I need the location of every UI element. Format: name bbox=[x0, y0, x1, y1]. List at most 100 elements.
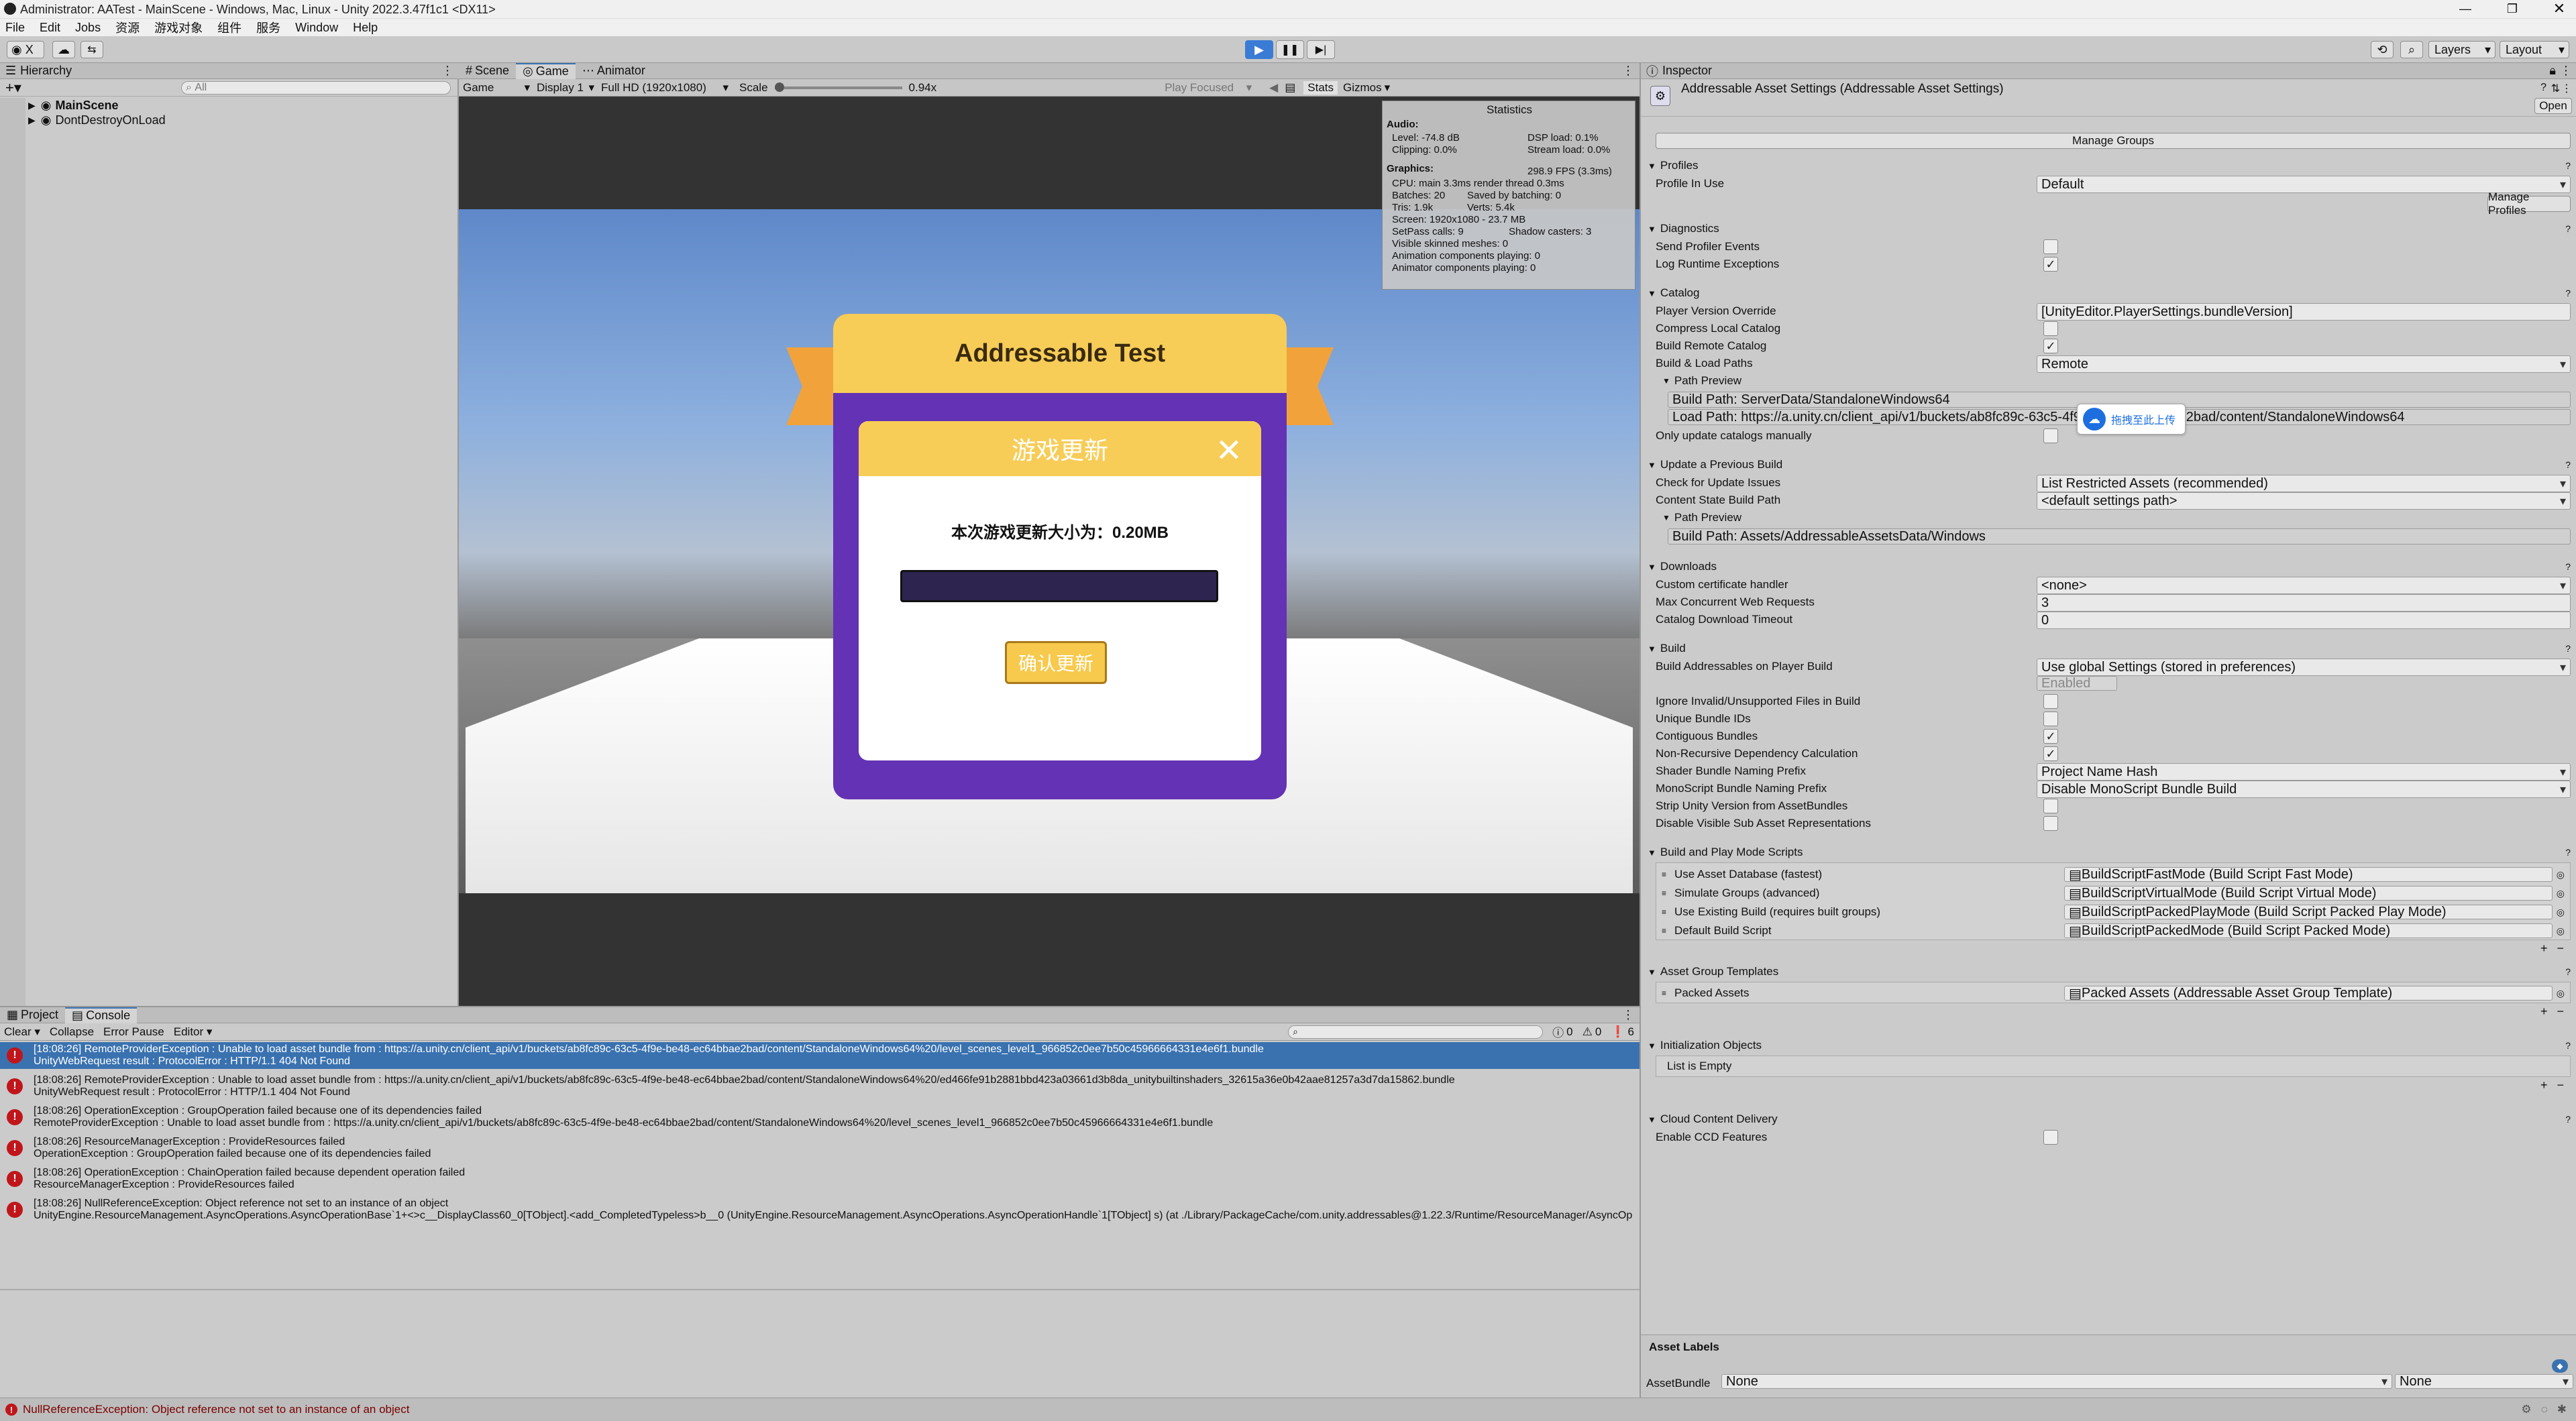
script-object-field[interactable]: ▤ BuildScriptFastMode (Build Script Fast … bbox=[2064, 867, 2553, 882]
tab-scene[interactable]: # Scene bbox=[459, 63, 516, 79]
menu-item-services[interactable]: 服务 bbox=[256, 19, 280, 36]
drag-handle-icon[interactable]: ≡ bbox=[1662, 988, 1666, 998]
manage-profiles-button[interactable]: Manage Profiles bbox=[2487, 190, 2571, 217]
check-update-dropdown[interactable]: List Restricted Assets (recommended) bbox=[2037, 475, 2571, 492]
section-ccd[interactable]: ▼ Cloud Content Delivery? bbox=[1648, 1112, 2571, 1127]
section-build[interactable]: ▼ Build? bbox=[1648, 641, 2571, 656]
help-icon[interactable]: ? bbox=[2565, 1114, 2571, 1125]
list-item[interactable]: ≡ Simulate Groups (advanced) ▤ BuildScrip… bbox=[1656, 885, 2570, 902]
cert-dropdown[interactable]: <none> bbox=[2037, 577, 2571, 594]
cloud-button[interactable]: ☁ bbox=[52, 41, 75, 58]
console-entry[interactable]: ! [18:08:26] ResourceManagerException : … bbox=[0, 1135, 1640, 1161]
object-picker-icon[interactable]: ◎ bbox=[2557, 988, 2565, 999]
add-icon[interactable]: + bbox=[2540, 1078, 2548, 1092]
help-icon[interactable]: ? bbox=[2565, 643, 2571, 654]
tab-animator[interactable]: ⋯ Animator bbox=[576, 63, 652, 79]
disable-visible-checkbox[interactable] bbox=[2043, 816, 2058, 831]
scale-slider[interactable] bbox=[774, 82, 902, 92]
gizmos-button[interactable]: Gizmos bbox=[1343, 81, 1382, 95]
log-runtime-checkbox[interactable]: ✓ bbox=[2043, 257, 2058, 272]
drag-handle-icon[interactable]: ≡ bbox=[1662, 907, 1666, 917]
add-icon[interactable]: + bbox=[2540, 942, 2548, 956]
section-init-objects[interactable]: ▼ Initialization Objects? bbox=[1648, 1038, 2571, 1053]
menu-item-assets[interactable]: 资源 bbox=[115, 19, 140, 36]
display-dropdown[interactable]: Display 1 ▾ bbox=[533, 81, 597, 95]
mute-audio-icon[interactable]: ◀ bbox=[1269, 81, 1278, 95]
status-message[interactable]: NullReferenceException: Object reference… bbox=[23, 1403, 409, 1416]
info-count-toggle[interactable]: ⓘ 0 bbox=[1552, 1023, 1572, 1040]
editor-dropdown[interactable]: Editor ▾ bbox=[174, 1025, 213, 1039]
section-profiles[interactable]: ▼ Profiles? bbox=[1648, 158, 2571, 173]
resolution-dropdown[interactable]: Full HD (1920x1080) ▾ bbox=[597, 81, 731, 95]
list-item[interactable]: ≡ Use Asset Database (fastest) ▤ BuildScr… bbox=[1656, 866, 2570, 883]
panel-menu-icon[interactable]: ⋮ bbox=[1622, 1008, 1634, 1022]
stats-button[interactable]: Stats bbox=[1303, 80, 1338, 95]
build-on-player-dropdown[interactable]: Use global Settings (stored in preferenc… bbox=[2037, 659, 2571, 676]
console-entry[interactable]: ! [18:08:26] OperationException : ChainO… bbox=[0, 1166, 1640, 1192]
tab-game[interactable]: ◎ Game bbox=[516, 62, 576, 79]
asset-bundle-dropdown[interactable]: None bbox=[1721, 1374, 2392, 1389]
drag-handle-icon[interactable]: ≡ bbox=[1662, 889, 1666, 898]
menu-item-window[interactable]: Window bbox=[295, 21, 338, 35]
menu-item-help[interactable]: Help bbox=[353, 21, 378, 35]
drag-handle-icon[interactable]: ≡ bbox=[1662, 870, 1666, 879]
help-icon[interactable]: ? bbox=[2565, 847, 2571, 858]
menu-item-edit[interactable]: Edit bbox=[40, 21, 60, 35]
menu-item-gameobject[interactable]: 游戏对象 bbox=[154, 19, 203, 36]
expand-arrow-icon[interactable]: ▶ bbox=[28, 100, 36, 111]
template-object-field[interactable]: ▤ Packed Assets (Addressable Asset Group … bbox=[2064, 986, 2553, 1001]
help-icon[interactable]: ? bbox=[2540, 82, 2546, 94]
help-icon[interactable]: ? bbox=[2565, 1040, 2571, 1051]
hierarchy-item-mainscene[interactable]: ▶ ◉ MainScene bbox=[0, 98, 459, 113]
menu-item-file[interactable]: File bbox=[5, 21, 25, 35]
console-entry[interactable]: ! [18:08:26] RemoteProviderException : U… bbox=[0, 1073, 1640, 1100]
add-icon[interactable]: + bbox=[2540, 1005, 2548, 1019]
chevron-down-icon[interactable]: ▾ bbox=[1385, 81, 1391, 95]
tab-project[interactable]: ▦ Project bbox=[0, 1008, 65, 1022]
build-load-paths-dropdown[interactable]: Remote bbox=[2037, 355, 2571, 373]
enable-ccd-checkbox[interactable] bbox=[2043, 1130, 2058, 1145]
object-picker-icon[interactable]: ◎ bbox=[2557, 869, 2565, 880]
section-update-previous[interactable]: ▼ Update a Previous Build? bbox=[1648, 457, 2571, 472]
strip-unity-checkbox[interactable] bbox=[2043, 799, 2058, 813]
inspector-tab[interactable]: ⓘ Inspector 🔒︎ ⋮ bbox=[1641, 63, 2576, 79]
section-build-play[interactable]: ▼ Build and Play Mode Scripts? bbox=[1648, 845, 2571, 860]
send-profiler-checkbox[interactable] bbox=[2043, 239, 2058, 254]
list-item[interactable]: ≡ Default Build Script ▤ BuildScriptPacke… bbox=[1656, 922, 2570, 940]
undo-history-button[interactable]: ⟲ bbox=[2371, 41, 2394, 58]
layers-dropdown[interactable]: Layers ▾ bbox=[2428, 41, 2496, 58]
manage-groups-button[interactable]: Manage Groups bbox=[1656, 133, 2571, 149]
panel-menu-icon[interactable]: ⋮ bbox=[441, 64, 453, 78]
asset-bundle-variant-dropdown[interactable]: None bbox=[2395, 1374, 2573, 1389]
menu-item-jobs[interactable]: Jobs bbox=[75, 21, 101, 35]
scale-slider-handle[interactable] bbox=[774, 82, 784, 92]
close-icon[interactable]: ✕ bbox=[2549, 0, 2569, 17]
layout-dropdown[interactable]: Layout ▾ bbox=[2500, 41, 2569, 58]
script-object-field[interactable]: ▤ BuildScriptPackedPlayMode (Build Script… bbox=[2064, 905, 2553, 919]
compress-catalog-checkbox[interactable] bbox=[2043, 321, 2058, 336]
console-entry[interactable]: ! [18:08:26] RemoteProviderException : U… bbox=[0, 1042, 1640, 1069]
section-group-templates[interactable]: ▼ Asset Group Templates? bbox=[1648, 964, 2571, 979]
play-focused-dropdown[interactable]: Play Focused ▾ bbox=[1165, 81, 1254, 95]
account-button[interactable]: ◉ X bbox=[7, 41, 44, 58]
play-button[interactable]: ▶ bbox=[1245, 40, 1273, 59]
build-remote-checkbox[interactable]: ✓ bbox=[2043, 339, 2058, 353]
step-button[interactable]: ▶| bbox=[1307, 40, 1335, 59]
console-entry[interactable]: ! [18:08:26] NullReferenceException: Obj… bbox=[0, 1196, 1640, 1223]
help-icon[interactable]: ? bbox=[2565, 160, 2571, 171]
non-recursive-checkbox[interactable]: ✓ bbox=[2043, 746, 2058, 761]
debug-icon[interactable]: ✱ bbox=[2557, 1403, 2567, 1416]
path-preview-foldout[interactable]: ▼ Path Preview bbox=[1662, 374, 1741, 388]
help-icon[interactable]: ? bbox=[2565, 288, 2571, 298]
player-version-input[interactable]: [UnityEditor.PlayerSettings.bundleVersio… bbox=[2037, 303, 2571, 321]
label-icon[interactable]: ◆ bbox=[2552, 1359, 2568, 1373]
object-picker-icon[interactable]: ◎ bbox=[2557, 888, 2565, 899]
expand-arrow-icon[interactable]: ▶ bbox=[28, 115, 36, 126]
error-pause-button[interactable]: Error Pause bbox=[103, 1025, 164, 1039]
unique-ids-checkbox[interactable] bbox=[2043, 712, 2058, 726]
upload-badge[interactable]: ☁ 拖拽至此上传 bbox=[2077, 404, 2186, 435]
console-details-divider[interactable] bbox=[0, 1289, 1640, 1290]
clear-button[interactable]: Clear ▾ bbox=[4, 1025, 40, 1039]
collab-button[interactable]: ⇆ bbox=[80, 41, 103, 58]
help-icon[interactable]: ? bbox=[2565, 966, 2571, 977]
